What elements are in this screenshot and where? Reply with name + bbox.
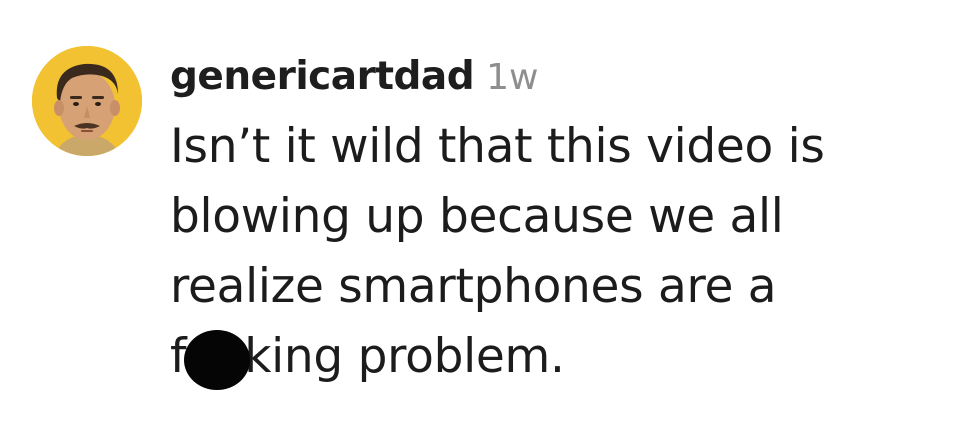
comment-body: Isn’t it wild that this video is blowing… — [170, 112, 930, 392]
censor-blob — [184, 330, 250, 390]
comment-line-censored: f king problem. — [170, 322, 930, 392]
avatar-face-icon — [32, 46, 142, 156]
comment-line-rest: king problem. — [244, 329, 565, 384]
comment-line: Isn’t it wild that this video is — [170, 119, 825, 174]
censored-word: f — [170, 322, 250, 392]
comment-item: genericartdad 1w Isn’t it wild that this… — [0, 0, 980, 422]
comment-line: blowing up because we all — [170, 189, 784, 244]
comment-header: genericartdad 1w — [170, 54, 539, 106]
username-link[interactable]: genericartdad — [170, 54, 475, 99]
profile-avatar[interactable] — [32, 46, 142, 156]
comment-timestamp[interactable]: 1w — [486, 57, 538, 98]
comment-line: realize smartphones are a — [170, 259, 777, 314]
